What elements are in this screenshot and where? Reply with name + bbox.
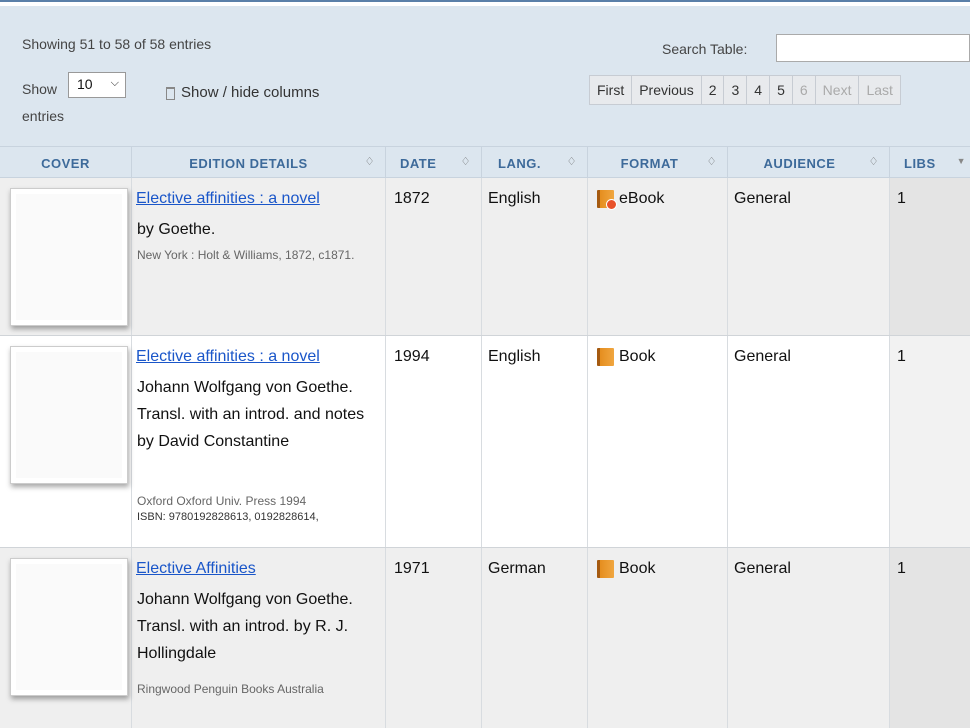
- table-header: COVER EDITION DETAILS ♢ DATE ♢ LANG. ♢ FORM…: [0, 146, 970, 179]
- pager-page-2[interactable]: 2: [702, 76, 725, 104]
- edition-title-link[interactable]: Elective affinities : a novel: [136, 348, 320, 366]
- pager-last: Last: [866, 82, 893, 98]
- date-cell: [386, 336, 482, 547]
- libs-value: 1: [897, 348, 906, 365]
- pager-page-3[interactable]: 3: [724, 76, 748, 104]
- sort-icon: ♢: [706, 156, 717, 168]
- column-header-audience[interactable]: AUDIENCE ♢: [728, 147, 890, 179]
- column-header-edition[interactable]: EDITION DETAILS ♢: [132, 147, 386, 179]
- audience-value: General: [734, 190, 791, 207]
- show-hide-columns-label: Show / hide columns: [181, 84, 320, 101]
- lang-value: German: [488, 560, 546, 577]
- page-size-value: 10: [77, 76, 93, 92]
- column-header-libs[interactable]: LIBS ▼: [890, 147, 970, 179]
- page-size-select[interactable]: 10 ⌵: [68, 72, 126, 98]
- format-value: Book: [597, 348, 655, 366]
- libs-cell: [890, 336, 970, 547]
- lang-cell: [482, 336, 588, 547]
- search-label: Search Table:: [662, 41, 748, 57]
- edition-author: by Goethe.: [137, 221, 216, 238]
- audience-value: General: [734, 560, 791, 577]
- pager-next: Next: [816, 76, 860, 104]
- show-label: Show: [22, 81, 58, 97]
- book-icon: [597, 348, 614, 366]
- cover-image[interactable]: [10, 188, 128, 326]
- column-header-lang-label: LANG.: [498, 155, 541, 171]
- pager-page-4[interactable]: 4: [747, 76, 771, 104]
- pager-first[interactable]: First: [590, 76, 633, 104]
- sort-icon: ♢: [566, 156, 577, 168]
- column-header-cover-label: COVER: [41, 155, 90, 171]
- format-value: Book: [597, 560, 655, 578]
- libs-value: 1: [897, 190, 906, 207]
- cover-image[interactable]: [10, 346, 128, 484]
- book-icon: [597, 560, 614, 578]
- date-value: 1971: [394, 560, 430, 577]
- column-header-libs-label: LIBS: [904, 155, 936, 171]
- chevron-down-icon: ⌵: [110, 77, 119, 89]
- column-header-lang[interactable]: LANG. ♢: [482, 147, 588, 179]
- pagination: First Previous 2 3 4 5 6 Next Last: [589, 75, 901, 105]
- columns-icon: [166, 87, 175, 100]
- cover-cell: [0, 548, 132, 728]
- edition-publisher: New York : Holt & Williams, 1872, c1871.: [137, 248, 355, 262]
- edition-publisher: Oxford Oxford Univ. Press 1994: [137, 494, 307, 508]
- sort-icon: ♢: [868, 156, 879, 168]
- audience-value: General: [734, 348, 791, 365]
- pager-previous[interactable]: Previous: [632, 76, 702, 104]
- sort-icon: ♢: [460, 156, 471, 168]
- pager-page-5[interactable]: 5: [770, 76, 793, 104]
- entries-label: entries: [22, 108, 65, 124]
- edition-publisher: Ringwood Penguin Books Australia: [137, 682, 324, 696]
- table-toolbar: Showing 51 to 58 of 58 entries Show 10 ⌵…: [0, 6, 970, 146]
- format-value: eBook: [597, 190, 665, 210]
- column-header-edition-label: EDITION DETAILS: [189, 155, 308, 171]
- column-header-format-label: FORMAT: [620, 155, 679, 171]
- edition-author: Johann Wolfgang von Goethe. Transl. with…: [137, 591, 353, 662]
- sort-icon: ♢: [364, 156, 375, 168]
- pager-page-6-current: 6: [793, 76, 816, 104]
- column-header-audience-label: AUDIENCE: [763, 155, 836, 171]
- table-row: Elective affinities : a novel by Goethe.…: [0, 178, 970, 336]
- top-border: [0, 0, 970, 2]
- lang-value: English: [488, 190, 541, 207]
- edition-title-link[interactable]: Elective Affinities: [136, 560, 256, 578]
- table-row: Elective Affinities Johann Wolfgang von …: [0, 548, 970, 728]
- column-header-date[interactable]: DATE ♢: [386, 147, 482, 179]
- libs-value: 1: [897, 560, 906, 577]
- show-hide-columns-button[interactable]: Show / hide columns: [166, 84, 319, 101]
- column-header-date-label: DATE: [400, 155, 437, 171]
- ebook-icon: [597, 190, 617, 210]
- column-header-cover: COVER: [0, 147, 132, 179]
- audience-cell: [728, 336, 890, 547]
- lang-value: English: [488, 348, 541, 365]
- format-label: Book: [619, 348, 656, 365]
- format-label: eBook: [619, 190, 665, 207]
- format-label: Book: [619, 560, 656, 577]
- edition-author: Johann Wolfgang von Goethe. Transl. with…: [137, 379, 365, 450]
- edition-isbn: ISBN: 9780192828613, 0192828614,: [137, 511, 319, 523]
- cover-cell: [0, 336, 132, 547]
- sort-desc-icon: ▼: [956, 156, 966, 166]
- column-header-format[interactable]: FORMAT ♢: [588, 147, 728, 179]
- search-input[interactable]: [776, 34, 970, 62]
- entries-info: Showing 51 to 58 of 58 entries: [22, 36, 212, 52]
- cover-image[interactable]: [10, 558, 128, 696]
- format-cell: [588, 336, 728, 547]
- date-value: 1994: [394, 348, 430, 365]
- date-value: 1872: [394, 190, 430, 207]
- edition-title-link[interactable]: Elective affinities : a novel: [136, 190, 320, 208]
- table-row: Elective affinities : a novel Johann Wol…: [0, 336, 970, 548]
- cover-cell: [0, 178, 132, 335]
